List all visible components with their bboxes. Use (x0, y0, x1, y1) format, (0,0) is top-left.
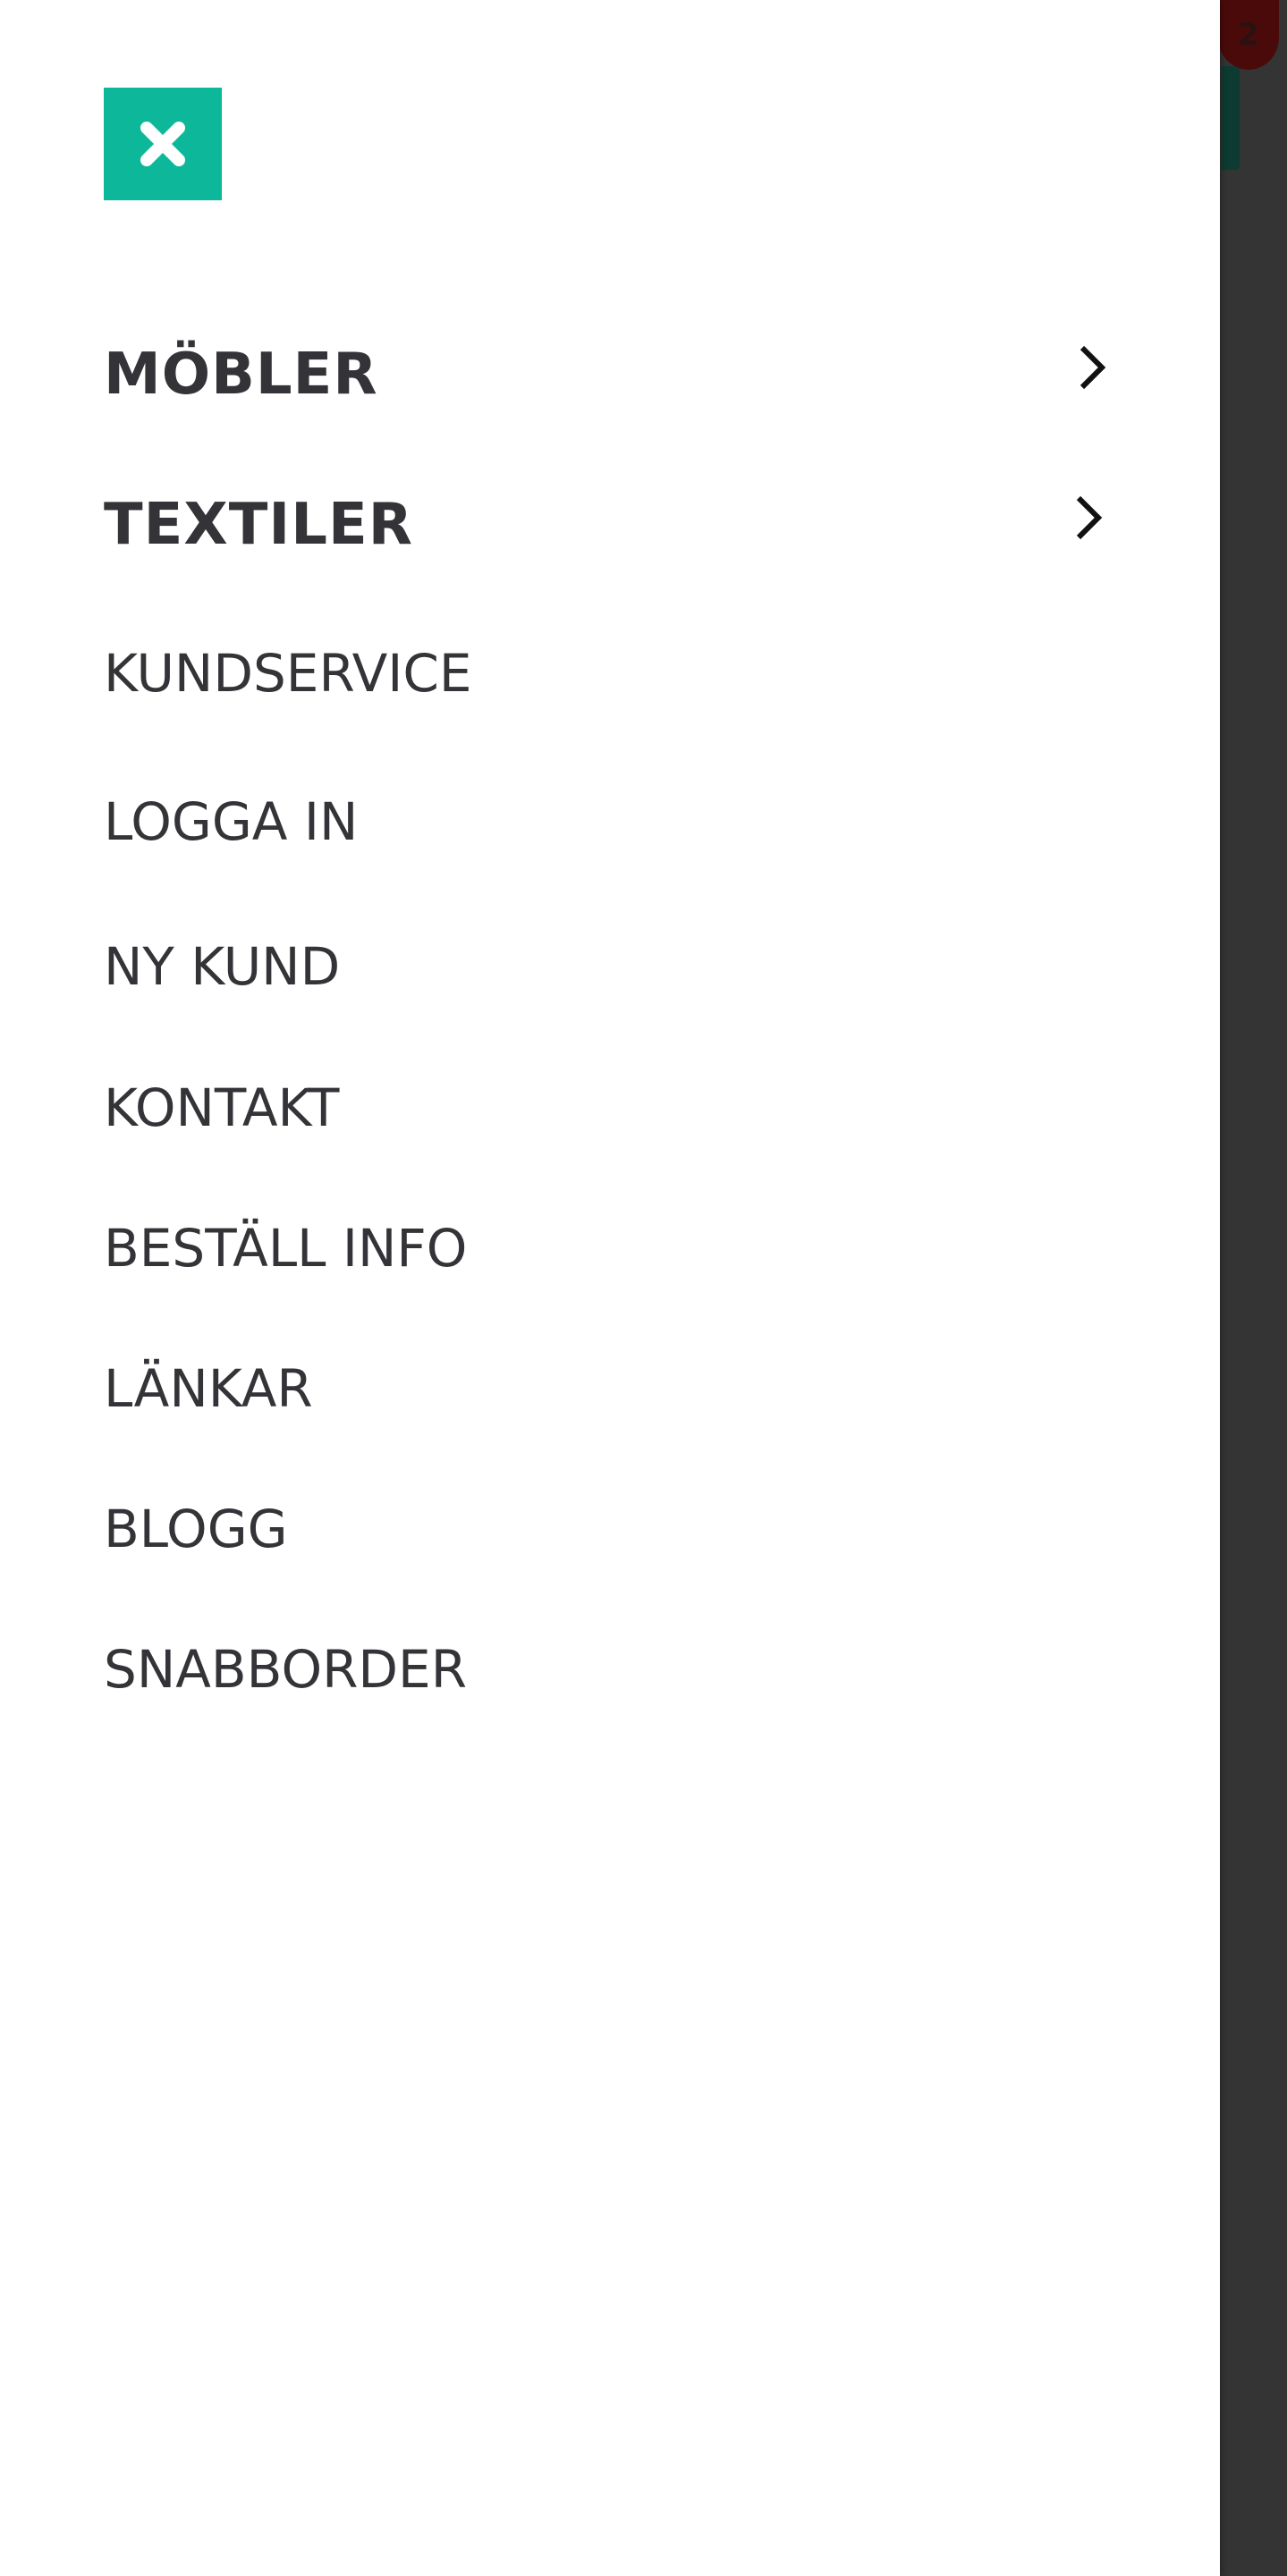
menu-item-label: MÖBLER (104, 342, 378, 408)
menu-item-lankar[interactable]: LÄNKAR (104, 1339, 1114, 1438)
menu-item-label: KONTAKT (104, 1077, 340, 1138)
menu-item-label: KUNDSERVICE (104, 643, 472, 704)
chevron-right-icon[interactable] (1073, 342, 1109, 393)
backdrop-header-button[interactable] (1222, 66, 1240, 170)
menu-item-kundservice[interactable]: KUNDSERVICE (104, 624, 1114, 722)
menu-item-label: LOGGA IN (104, 791, 359, 852)
menu-item-label: BLOGG (104, 1499, 288, 1559)
menu-item-blogg[interactable]: BLOGG (104, 1480, 1114, 1578)
chevron-right-icon[interactable] (1070, 493, 1105, 543)
menu-item-logga-in[interactable]: LOGGA IN (104, 773, 1114, 871)
menu-item-ny-kund[interactable]: NY KUND (104, 917, 1114, 1016)
menu-item-textiler[interactable]: TEXTILER (104, 476, 1114, 574)
close-menu-button[interactable] (104, 88, 222, 200)
page: 2 MÖBLER TEXTILER KUNDSERVICE LOGGA IN N… (0, 0, 1287, 2576)
menu-item-mobler[interactable]: MÖBLER (104, 325, 1114, 424)
menu-item-label: LÄNKAR (104, 1358, 313, 1419)
menu-item-label: SNABBORDER (104, 1639, 467, 1700)
close-icon (140, 122, 185, 166)
menu-item-snabborder[interactable]: SNABBORDER (104, 1620, 1114, 1719)
menu-item-kontakt[interactable]: KONTAKT (104, 1059, 1114, 1157)
mobile-nav-drawer: MÖBLER TEXTILER KUNDSERVICE LOGGA IN NY … (0, 0, 1220, 2576)
menu-item-label: BESTÄLL INFO (104, 1218, 468, 1279)
menu-item-label: TEXTILER (104, 492, 413, 558)
menu-item-bestall-info[interactable]: BESTÄLL INFO (104, 1199, 1114, 1297)
cart-count-badge[interactable]: 2 (1218, 0, 1279, 70)
menu-item-label: NY KUND (104, 936, 341, 997)
